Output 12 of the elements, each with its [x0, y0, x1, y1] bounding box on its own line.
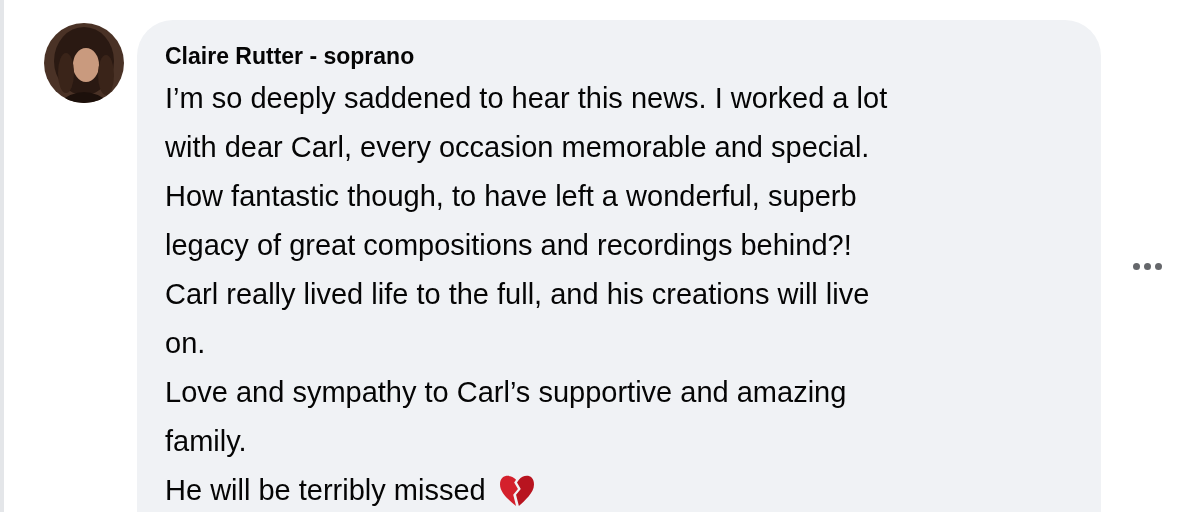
author-name[interactable]: Claire Rutter - soprano: [165, 38, 415, 74]
comment-text: family.: [165, 424, 247, 459]
comment-text: with dear Carl, every occasion memorable and special.: [165, 130, 870, 165]
comment-text: I’m so deeply saddened to hear this news. I worked a lot: [165, 81, 888, 116]
more-options-icon[interactable]: [1133, 263, 1162, 270]
comment-text: He will be terribly missed: [165, 473, 486, 508]
broken-heart-icon: [497, 473, 536, 508]
comment-text: Carl really lived life to the full, and his creations will live: [165, 277, 870, 312]
comment-text: How fantastic though, to have left a wonderful, superb: [165, 179, 857, 214]
comment-text: legacy of great compositions and recordings behind?!: [165, 228, 852, 263]
comment-text: Love and sympathy to Carl’s supportive and amazing: [165, 375, 847, 410]
comment-text: on.: [165, 326, 206, 361]
